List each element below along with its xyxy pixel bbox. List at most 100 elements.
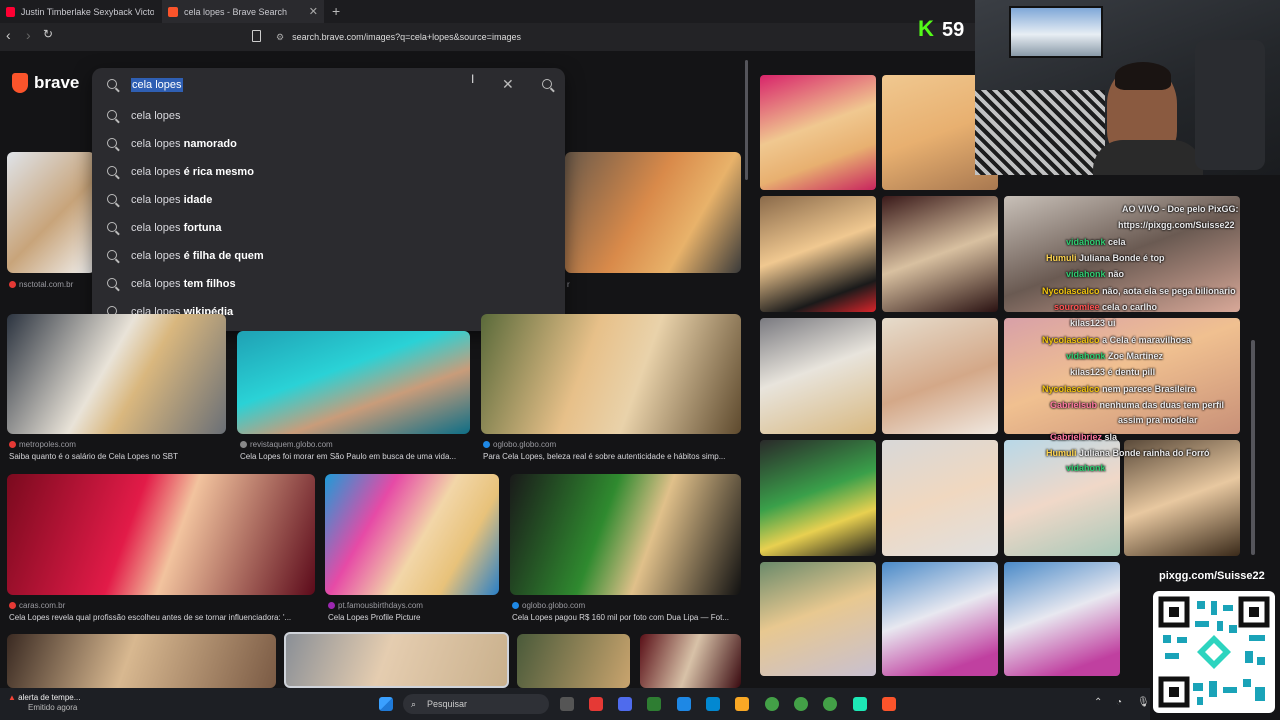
warning-icon: ▲ xyxy=(8,693,16,702)
result-source[interactable]: caras.com.br xyxy=(9,601,65,610)
result-source[interactable]: nsctotal.com.br xyxy=(9,280,73,289)
task-view-icon[interactable] xyxy=(560,697,574,711)
result-image[interactable] xyxy=(882,318,998,434)
chat-message: Nycolascalco a Cela é maravilhosa xyxy=(1042,335,1192,345)
result-source[interactable]: pt.famousbirthdays.com xyxy=(328,601,423,610)
bookmark-icon[interactable] xyxy=(252,30,261,42)
pix-url-label: pixgg.com/Suisse22 xyxy=(1159,570,1265,582)
tab-brave-search[interactable]: cela lopes - Brave Search ✕ xyxy=(162,0,324,23)
result-image[interactable] xyxy=(640,634,741,688)
reload-button[interactable]: ↻ xyxy=(43,27,53,41)
right-scrollbar[interactable] xyxy=(1251,340,1255,555)
vpn-icon[interactable] xyxy=(618,697,632,711)
search-submit-icon[interactable] xyxy=(542,79,552,89)
brave-logo[interactable]: brave xyxy=(12,73,79,93)
chrome-icon[interactable] xyxy=(765,697,779,711)
result-image[interactable] xyxy=(760,318,876,434)
chat-message: AO VIVO - Doe pelo PixGG: xyxy=(1122,204,1239,214)
chat-message: vidahonk cela xyxy=(1066,237,1126,247)
result-caption[interactable]: Cela Lopes pagou R$ 160 mil por foto com… xyxy=(512,613,741,622)
site-info-icon[interactable]: ⚙ xyxy=(276,32,284,43)
result-image-hovered[interactable] xyxy=(284,632,509,688)
result-source[interactable]: oglobo.globo.com xyxy=(512,601,585,610)
result-image[interactable] xyxy=(882,440,998,556)
result-image[interactable] xyxy=(882,196,998,312)
result-image[interactable] xyxy=(481,314,741,434)
app-icon[interactable] xyxy=(853,697,867,711)
result-caption[interactable]: Cela Lopes foi morar em São Paulo em bus… xyxy=(240,452,470,461)
result-source[interactable]: r xyxy=(567,280,570,289)
url-text: search.brave.com/images?q=cela+lopes&sou… xyxy=(292,32,521,42)
result-image[interactable] xyxy=(237,331,470,434)
result-source[interactable]: metropoles.com xyxy=(9,440,76,449)
result-image[interactable] xyxy=(760,440,876,556)
qr-code-graphic xyxy=(1158,596,1270,708)
result-image[interactable] xyxy=(882,562,998,676)
qr-code xyxy=(1153,591,1275,713)
result-image[interactable] xyxy=(760,75,876,190)
chat-message: Gabrielbriez sla xyxy=(1050,432,1118,442)
back-button[interactable]: ‹ xyxy=(6,27,11,43)
chat-message: vidahonk Zoe Martinez xyxy=(1066,351,1164,361)
chat-message: Humuli Juliana Bonde rainha do Forró xyxy=(1046,448,1210,458)
search-icon xyxy=(107,138,117,148)
calculator-icon[interactable] xyxy=(677,697,691,711)
wall-poster xyxy=(1009,6,1103,58)
brave-lion-icon xyxy=(12,73,28,93)
result-image[interactable] xyxy=(517,634,630,688)
text-cursor-icon: I xyxy=(471,72,475,86)
main-scrollbar[interactable] xyxy=(745,60,748,180)
streamer-hair xyxy=(1115,62,1171,90)
search-icon xyxy=(107,194,117,204)
store-icon[interactable] xyxy=(706,697,720,711)
youtube-app-icon[interactable] xyxy=(589,697,603,711)
chat-message: Nycolascalco nem parece Brasileira xyxy=(1042,384,1196,394)
taskbar-search[interactable]: ⌕ Pesquisar xyxy=(403,694,549,714)
brand-name: brave xyxy=(34,73,80,92)
result-caption[interactable]: Saiba quanto é o salário de Cela Lopes n… xyxy=(9,452,229,461)
chat-message: Nycolascalco não, aota ela se pega bilio… xyxy=(1042,286,1236,296)
result-image[interactable] xyxy=(7,474,315,595)
taskbar xyxy=(0,688,1150,720)
result-source[interactable]: oglobo.globo.com xyxy=(483,440,556,449)
result-image[interactable] xyxy=(7,634,276,688)
xbox-icon[interactable] xyxy=(647,697,661,711)
chat-message: kilas123 ui xyxy=(1070,318,1116,328)
search-icon xyxy=(107,278,117,288)
result-caption[interactable]: Cela Lopes revela qual profissão escolhe… xyxy=(9,613,314,622)
tab-youtube[interactable]: Justin Timberlake Sexyback Victoria's xyxy=(0,0,160,23)
search-input[interactable]: cela lopes xyxy=(131,78,183,92)
network-icon[interactable]: ◔ xyxy=(1116,697,1122,708)
result-image[interactable] xyxy=(325,474,499,595)
forward-button[interactable]: › xyxy=(26,27,31,43)
kick-logo: K xyxy=(918,16,934,41)
search-icon xyxy=(107,250,117,260)
brave-favicon-icon xyxy=(168,6,178,17)
chat-message: vidahonk não xyxy=(1066,269,1125,279)
file-explorer-icon[interactable] xyxy=(735,697,749,711)
url-field[interactable]: ⚙ search.brave.com/images?q=cela+lopes&s… xyxy=(276,27,521,47)
result-image[interactable] xyxy=(760,196,876,312)
search-icon xyxy=(107,110,117,120)
result-image[interactable] xyxy=(565,152,741,273)
result-image[interactable] xyxy=(760,562,876,676)
result-source[interactable]: revistaquem.globo.com xyxy=(240,440,333,449)
result-image[interactable] xyxy=(7,152,95,273)
clear-search-button[interactable]: ✕ xyxy=(502,76,514,93)
blanket xyxy=(975,90,1105,175)
close-tab-icon[interactable]: ✕ xyxy=(309,5,318,18)
mic-icon[interactable]: 🎙 xyxy=(1137,697,1150,708)
result-image[interactable] xyxy=(1004,562,1120,676)
result-caption[interactable]: Cela Lopes Profile Picture xyxy=(328,613,500,622)
chrome-profile-2-icon[interactable] xyxy=(823,697,837,711)
brave-app-icon[interactable] xyxy=(882,697,896,711)
chrome-profile-icon[interactable] xyxy=(794,697,808,711)
windows-start-icon[interactable] xyxy=(379,697,393,711)
result-image[interactable] xyxy=(510,474,741,595)
result-image[interactable] xyxy=(7,314,226,434)
new-tab-button[interactable]: + xyxy=(332,3,340,19)
weather-notification[interactable]: ▲ alerta de tempe... Emitido agora xyxy=(8,693,80,713)
tray-chevron-icon[interactable]: ⌃ xyxy=(1094,697,1102,708)
result-caption[interactable]: Para Cela Lopes, beleza real é sobre aut… xyxy=(483,452,741,461)
streamer-shirt xyxy=(1093,140,1203,175)
